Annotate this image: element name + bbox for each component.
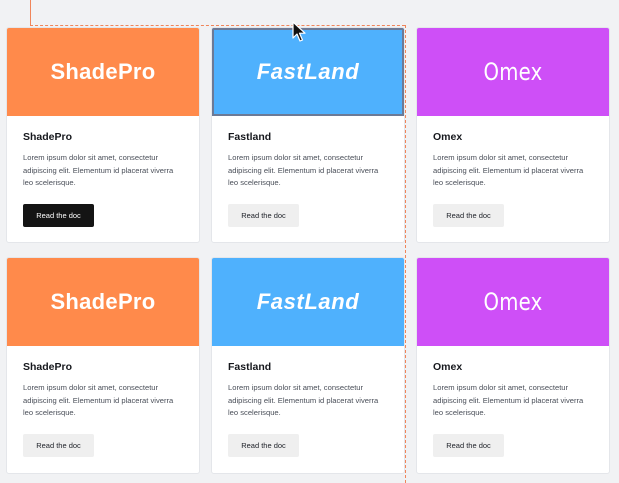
omex-logo: Omex — [483, 288, 543, 316]
selection-guide-line — [30, 0, 31, 25]
selection-guide-line — [30, 25, 405, 26]
card-banner[interactable]: FastLand — [212, 258, 404, 346]
card-banner[interactable]: Omex — [417, 28, 609, 116]
template-card-omex[interactable]: Omex Omex Lorem ipsum dolor sit amet, co… — [416, 27, 610, 243]
card-banner[interactable]: FastLand — [212, 28, 404, 116]
read-the-doc-button[interactable]: Read the doc — [228, 433, 299, 457]
read-the-doc-button[interactable]: Read the doc — [23, 203, 94, 227]
card-banner[interactable]: ShadePro — [7, 258, 199, 346]
card-title: Fastland — [228, 131, 272, 143]
fastland-logo: FastLand — [256, 59, 360, 84]
card-banner[interactable]: Omex — [417, 258, 609, 346]
read-the-doc-button[interactable]: Read the doc — [23, 433, 94, 457]
selection-guide-line — [405, 25, 406, 483]
template-gallery: ShadePro ShadePro Lorem ipsum dolor sit … — [0, 0, 619, 483]
card-description: Lorem ipsum dolor sit amet, consectetur … — [228, 153, 379, 187]
template-card-shadepro[interactable]: ShadePro ShadePro Lorem ipsum dolor sit … — [6, 27, 200, 243]
card-title: Omex — [433, 131, 463, 143]
card-banner[interactable]: ShadePro — [7, 28, 199, 116]
shadepro-logo: ShadePro — [50, 289, 156, 314]
template-card-omex[interactable]: Omex Omex Lorem ipsum dolor sit amet, co… — [416, 257, 610, 474]
mouse-pointer-icon — [292, 21, 306, 42]
card-title: Omex — [433, 361, 463, 373]
card-description: Lorem ipsum dolor sit amet, consectetur … — [433, 383, 584, 417]
shadepro-logo: ShadePro — [50, 59, 156, 84]
fastland-logo: FastLand — [256, 289, 360, 314]
card-title: ShadePro — [23, 131, 73, 143]
card-title: ShadePro — [23, 361, 73, 373]
omex-logo: Omex — [483, 58, 543, 86]
template-card-shadepro[interactable]: ShadePro ShadePro Lorem ipsum dolor sit … — [6, 257, 200, 474]
card-description: Lorem ipsum dolor sit amet, consectetur … — [23, 383, 174, 417]
card-title: Fastland — [228, 361, 272, 373]
card-description: Lorem ipsum dolor sit amet, consectetur … — [433, 153, 584, 187]
card-description: Lorem ipsum dolor sit amet, consectetur … — [228, 383, 379, 417]
read-the-doc-button[interactable]: Read the doc — [228, 203, 299, 227]
read-the-doc-button[interactable]: Read the doc — [433, 433, 504, 457]
template-card-fastland[interactable]: FastLand Fastland Lorem ipsum dolor sit … — [211, 257, 405, 474]
read-the-doc-button[interactable]: Read the doc — [433, 203, 504, 227]
card-description: Lorem ipsum dolor sit amet, consectetur … — [23, 153, 174, 187]
template-card-fastland[interactable]: FastLand Fastland Lorem ipsum dolor sit … — [211, 27, 405, 243]
